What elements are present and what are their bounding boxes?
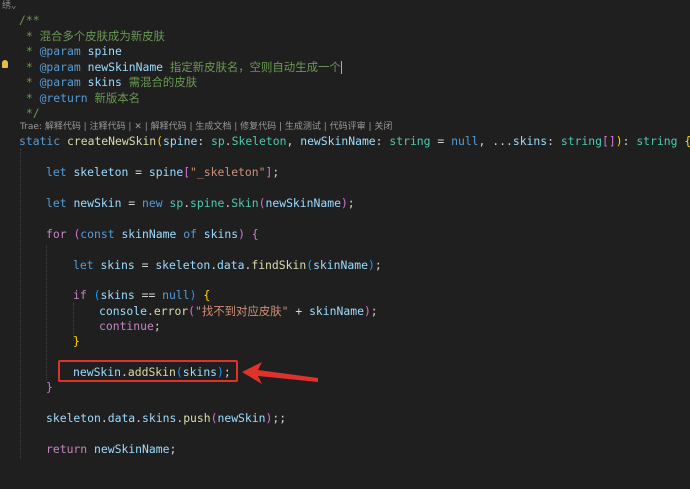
code-line-comment-3: * @param newSkinName 指定新皮肤名，空则自动生成一个 <box>19 60 342 74</box>
text-cursor <box>340 61 342 74</box>
code-line-comment-close: */ <box>19 106 40 120</box>
code-line-for: for (const skinName of skins) { <box>46 227 259 241</box>
code-line-comment-open: /** <box>19 13 40 27</box>
code-line-let-newskin: let newSkin = new sp.spine.Skin(newSkinN… <box>46 196 355 210</box>
code-line-close-if: } <box>73 334 80 348</box>
code-line-console-error: console.error("找不到对应皮肤" + skinName); <box>99 304 378 318</box>
code-line-continue: continue; <box>99 319 161 333</box>
code-line-let-skins: let skins = skeleton.data.findSkin(skinN… <box>73 258 382 272</box>
code-line-comment-2: * @param spine <box>19 44 122 58</box>
code-line-let-skeleton: let skeleton = spine["_skeleton"]; <box>46 165 280 179</box>
code-line-return: return newSkinName; <box>46 442 177 456</box>
code-line-signature: static createNewSkin(spine: sp.Skeleton,… <box>19 134 690 148</box>
fold-indicator[interactable]: 绣⌄ <box>2 0 16 12</box>
code-line-comment-1: * 混合多个皮肤成为新皮肤 <box>19 29 165 43</box>
code-line-if: if (skins == null) { <box>73 288 211 302</box>
code-line-comment-4: * @param skins 需混合的皮肤 <box>19 75 198 89</box>
annotation-arrow-icon <box>242 362 318 384</box>
code-line-push: skeleton.data.skins.push(newSkin);; <box>46 411 287 425</box>
trae-codelens-actions[interactable]: Trae: 解释代码 | 注释代码 | ✕ | 解释代码 | 生成文档 | 修复… <box>20 121 392 133</box>
code-editor[interactable]: 绣⌄ /** * 混合多个皮肤成为新皮肤 * @param spine * @p… <box>0 0 690 472</box>
annotation-highlight-box <box>58 360 238 382</box>
code-line-comment-5: * @return 新版本名 <box>19 91 141 105</box>
